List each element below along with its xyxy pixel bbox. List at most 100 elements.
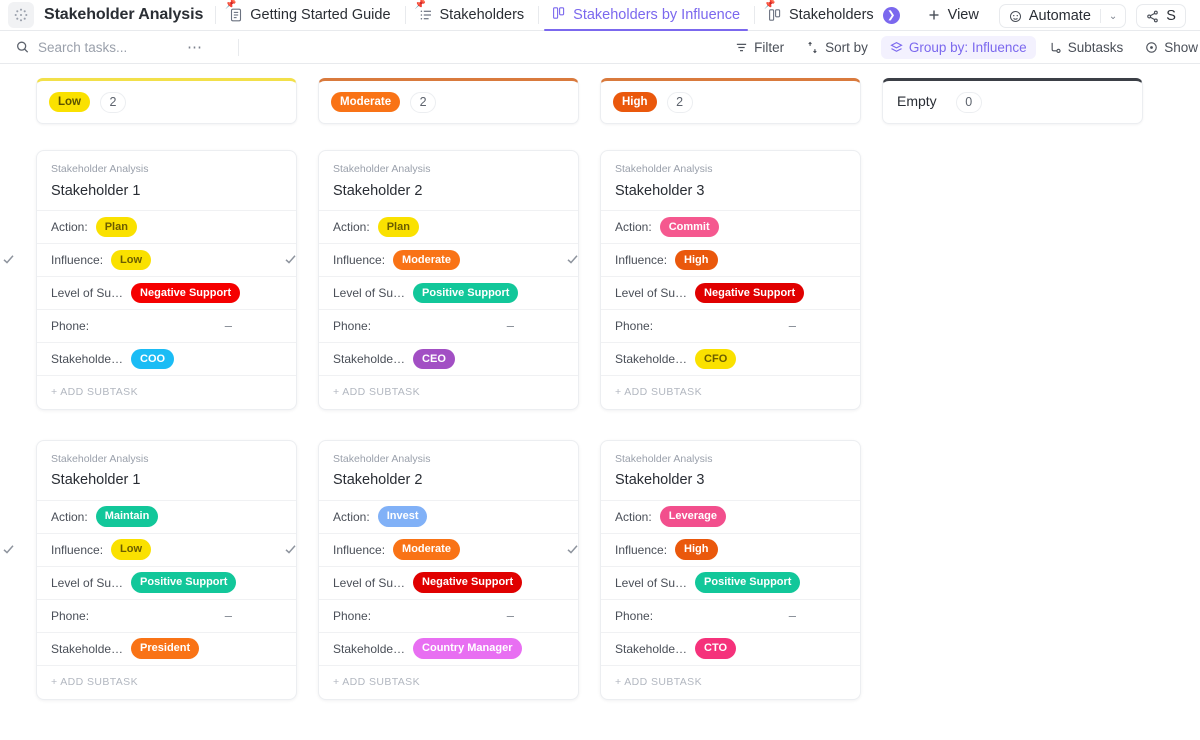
role-tag[interactable]: CTO — [695, 638, 736, 658]
role-tag[interactable]: President — [131, 638, 199, 658]
role-tag[interactable]: Country Manager — [413, 638, 521, 658]
tab-stakeholders-board[interactable]: 📌 Stakeholders ❯ — [754, 0, 914, 30]
tab-stakeholders-by-influence[interactable]: Stakeholders by Influence — [538, 0, 754, 30]
field-value: – — [789, 318, 850, 333]
support-tag[interactable]: Positive Support — [131, 572, 236, 592]
filter-button[interactable]: Filter — [726, 36, 793, 59]
influence-tag[interactable]: High — [675, 539, 717, 559]
action-tag[interactable]: Plan — [96, 217, 137, 237]
board-column: Stakeholder Analysis Stakeholder 3 Action:… — [600, 150, 861, 700]
group-header[interactable]: Low 2 — [36, 78, 297, 124]
role-tag[interactable]: CEO — [413, 349, 455, 369]
card-title: Stakeholder 2 — [333, 471, 564, 489]
field-value: High — [675, 250, 717, 270]
phone-value[interactable]: – — [225, 608, 232, 623]
group-by-button[interactable]: Group by: Influence — [881, 36, 1036, 59]
task-card[interactable]: Stakeholder AnalysisStakeholder 1Action:… — [36, 150, 297, 410]
card-header: Stakeholder AnalysisStakeholder 1 — [37, 441, 296, 500]
eye-icon — [1145, 41, 1158, 54]
task-card[interactable]: Stakeholder AnalysisStakeholder 2Action:… — [318, 150, 579, 410]
support-tag[interactable]: Negative Support — [695, 283, 804, 303]
phone-value[interactable]: – — [225, 318, 232, 333]
checkmark-icon[interactable] — [283, 542, 298, 559]
phone-value[interactable]: – — [789, 318, 796, 333]
ellipsis-icon[interactable]: ⋯ — [187, 43, 203, 52]
field-label: Stakeholde… — [615, 352, 687, 366]
add-subtask-button[interactable]: + ADD SUBTASK — [37, 375, 296, 409]
pin-icon: 📌 — [764, 0, 775, 9]
add-view-button[interactable]: View — [914, 0, 991, 30]
task-card[interactable]: Stakeholder AnalysisStakeholder 1Action:… — [36, 440, 297, 700]
card-field-influence: Influence:Moderate — [319, 243, 578, 276]
checkmark-icon[interactable] — [283, 252, 298, 269]
subtasks-button[interactable]: Subtasks — [1040, 36, 1133, 59]
chevron-down-icon[interactable]: ⌄ — [1101, 11, 1125, 22]
automate-button[interactable]: Automate — [1000, 5, 1100, 27]
field-label: Action: — [615, 510, 652, 524]
support-tag[interactable]: Negative Support — [413, 572, 522, 592]
group-label-chip: Moderate — [331, 92, 400, 112]
sort-by-label: Sort by — [825, 40, 868, 55]
card-title: Stakeholder 3 — [615, 471, 846, 489]
card-field-role: Stakeholde… CEO — [319, 342, 578, 375]
phone-value[interactable]: – — [507, 318, 514, 333]
checkmark-icon[interactable] — [565, 252, 580, 269]
field-label: Stakeholde… — [333, 352, 405, 366]
group-label-chip: Low — [49, 92, 90, 112]
sort-by-button[interactable]: Sort by — [797, 36, 877, 59]
task-card[interactable]: Stakeholder AnalysisStakeholder 2Action:… — [318, 440, 579, 700]
field-value: Invest — [378, 506, 428, 526]
group-header[interactable]: High2 — [600, 78, 861, 124]
share-button[interactable]: S — [1137, 5, 1185, 27]
support-tag[interactable]: Positive Support — [413, 283, 518, 303]
field-label: Influence: — [51, 543, 103, 557]
checkmark-icon[interactable] — [1, 252, 16, 269]
add-subtask-button[interactable]: + ADD SUBTASK — [319, 375, 578, 409]
breadcrumb: Stakeholder Analysis — [615, 453, 846, 467]
support-tag[interactable]: Positive Support — [695, 572, 800, 592]
support-tag[interactable]: Negative Support — [131, 283, 240, 303]
group-count-badge: 2 — [667, 92, 693, 113]
phone-value[interactable]: – — [507, 608, 514, 623]
role-tag[interactable]: CFO — [695, 349, 736, 369]
search-input[interactable] — [38, 40, 178, 55]
task-card[interactable]: Stakeholder Analysis Stakeholder 3 Action:… — [600, 440, 861, 700]
field-label: Stakeholde… — [51, 642, 123, 656]
add-subtask-button[interactable]: + ADD SUBTASK — [319, 665, 578, 699]
action-tag[interactable]: Commit — [660, 217, 719, 237]
action-tag[interactable]: Plan — [378, 217, 419, 237]
phone-value[interactable]: – — [789, 608, 796, 623]
tab-stakeholders-list[interactable]: 📌 Stakeholders — [405, 0, 539, 30]
show-button[interactable]: Show — [1136, 36, 1200, 59]
influence-tag[interactable]: Moderate — [393, 250, 460, 270]
influence-tag[interactable]: Low — [111, 250, 151, 270]
card-field-support: Level of Su…Positive Support — [601, 566, 860, 599]
task-card[interactable]: Stakeholder AnalysisStakeholder 3Action:… — [600, 150, 861, 410]
influence-tag[interactable]: Moderate — [393, 539, 460, 559]
plus-icon — [928, 9, 941, 22]
group-header[interactable]: Empty0 — [882, 78, 1143, 124]
add-subtask-button[interactable]: + ADD SUBTASK — [601, 665, 860, 699]
group-header[interactable]: Moderate2 — [318, 78, 579, 124]
action-tag[interactable]: Leverage — [660, 506, 726, 526]
role-tag[interactable]: COO — [131, 349, 174, 369]
card-field-support: Level of Su…Positive Support — [319, 276, 578, 309]
field-value: President — [131, 638, 199, 658]
chevron-right-badge-icon[interactable]: ❯ — [883, 7, 900, 24]
field-value: Country Manager — [413, 638, 521, 658]
add-subtask-button[interactable]: + ADD SUBTASK — [37, 665, 296, 699]
influence-tag[interactable]: Low — [111, 539, 151, 559]
card-field-influence: Influence:High — [601, 533, 860, 566]
group-count-badge: 2 — [100, 92, 126, 113]
card-field-action: Action:Invest — [319, 500, 578, 533]
action-tag[interactable]: Maintain — [96, 506, 159, 526]
tab-home-stakeholder-analysis[interactable]: Stakeholder Analysis — [0, 0, 215, 30]
action-tag[interactable]: Invest — [378, 506, 428, 526]
influence-tag[interactable]: High — [675, 250, 717, 270]
tab-getting-started-guide[interactable]: 📌 Getting Started Guide — [215, 0, 404, 30]
checkmark-icon[interactable] — [565, 542, 580, 559]
card-title: Stakeholder 3 — [615, 182, 846, 200]
checkmark-icon[interactable] — [1, 542, 16, 559]
card-field-support: Level of Su…Negative Support — [601, 276, 860, 309]
add-subtask-button[interactable]: + ADD SUBTASK — [601, 375, 860, 409]
